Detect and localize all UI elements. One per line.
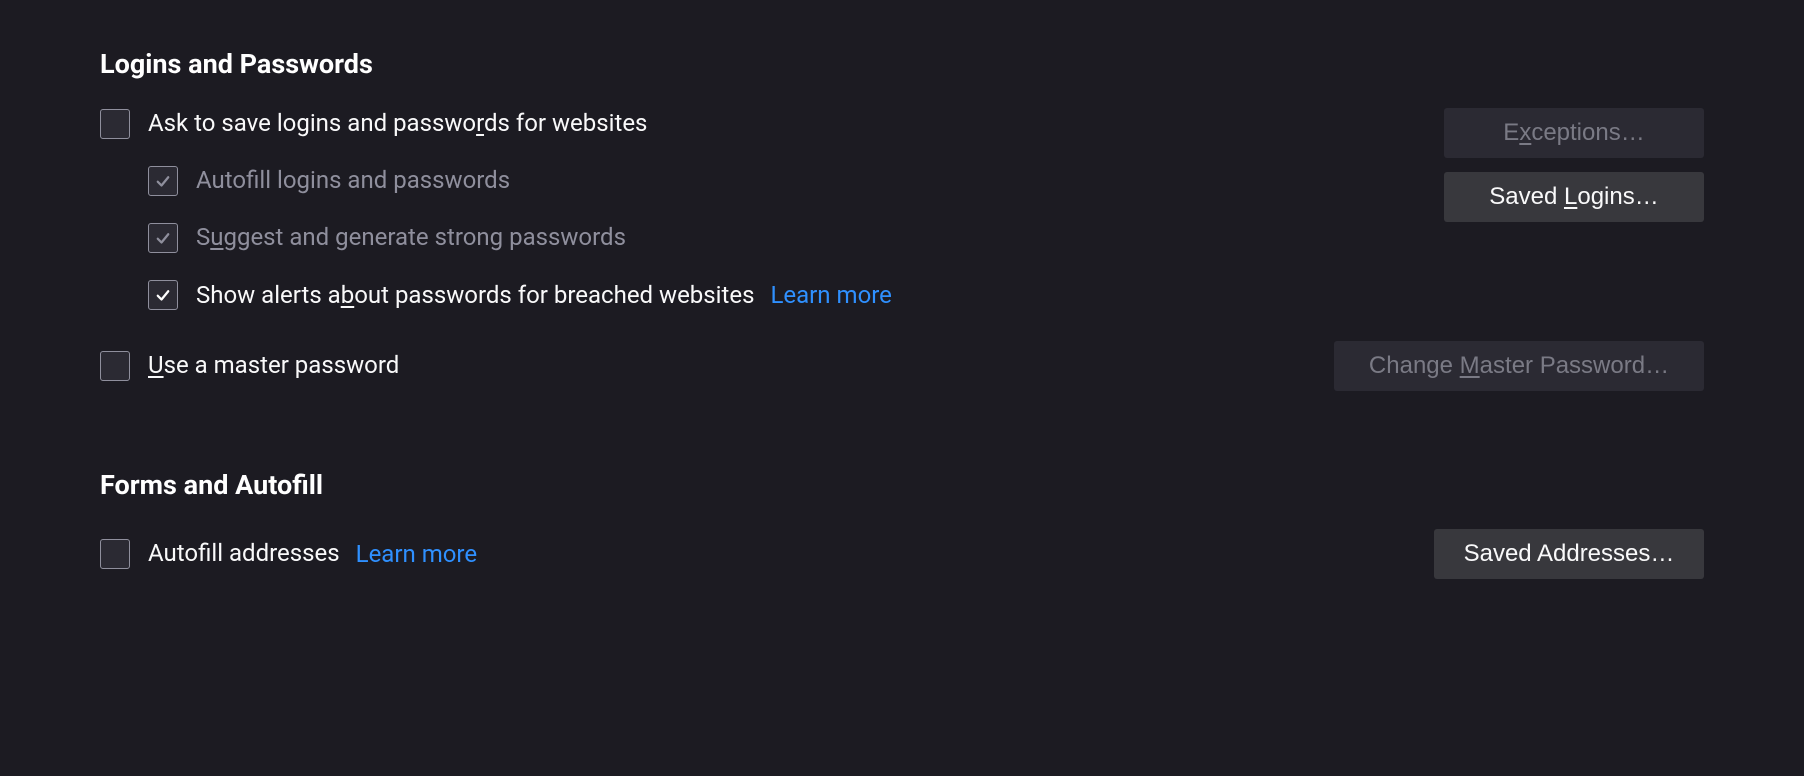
breached-option: Show alerts about passwords for breached… <box>148 280 1424 311</box>
autofill-addresses-row: Autofill addresses Learn more Saved Addr… <box>100 529 1704 579</box>
suggest-checkbox <box>148 223 178 253</box>
autofill-option: Autofill logins and passwords <box>148 165 1424 196</box>
ask-to-save-label: Ask to save logins and passwords for web… <box>148 108 647 139</box>
ask-to-save-checkbox[interactable] <box>100 109 130 139</box>
breached-learn-more-link[interactable]: Learn more <box>770 281 891 309</box>
autofill-checkbox <box>148 166 178 196</box>
master-password-row: Use a master password Change Master Pass… <box>100 341 1704 391</box>
suggest-option: Suggest and generate strong passwords <box>148 222 1424 253</box>
autofill-label: Autofill logins and passwords <box>196 165 510 196</box>
suggest-label: Suggest and generate strong passwords <box>196 222 626 253</box>
master-password-checkbox[interactable] <box>100 351 130 381</box>
master-password-label: Use a master password <box>148 350 399 381</box>
change-master-password-button: Change Master Password… <box>1334 341 1704 391</box>
exceptions-button: Exceptions… <box>1444 108 1704 158</box>
check-icon <box>154 286 172 304</box>
logins-heading: Logins and Passwords <box>100 48 1704 80</box>
autofill-addresses-label: Autofill addresses <box>148 538 340 569</box>
saved-addresses-button[interactable]: Saved Addresses… <box>1434 529 1704 579</box>
breached-checkbox[interactable] <box>148 280 178 310</box>
breached-label: Show alerts about passwords for breached… <box>196 280 754 311</box>
autofill-addresses-learn-more-link[interactable]: Learn more <box>356 540 477 568</box>
autofill-addresses-checkbox[interactable] <box>100 539 130 569</box>
saved-logins-button[interactable]: Saved Logins… <box>1444 172 1704 222</box>
forms-heading: Forms and Autofill <box>100 469 1704 501</box>
ask-to-save-option: Ask to save logins and passwords for web… <box>100 108 1424 139</box>
logins-buttons: Exceptions… Saved Logins… <box>1444 108 1704 222</box>
check-icon <box>154 229 172 247</box>
logins-section: Logins and Passwords Ask to save logins … <box>100 48 1704 391</box>
forms-section: Forms and Autofill Autofill addresses Le… <box>100 469 1704 579</box>
check-icon <box>154 172 172 190</box>
